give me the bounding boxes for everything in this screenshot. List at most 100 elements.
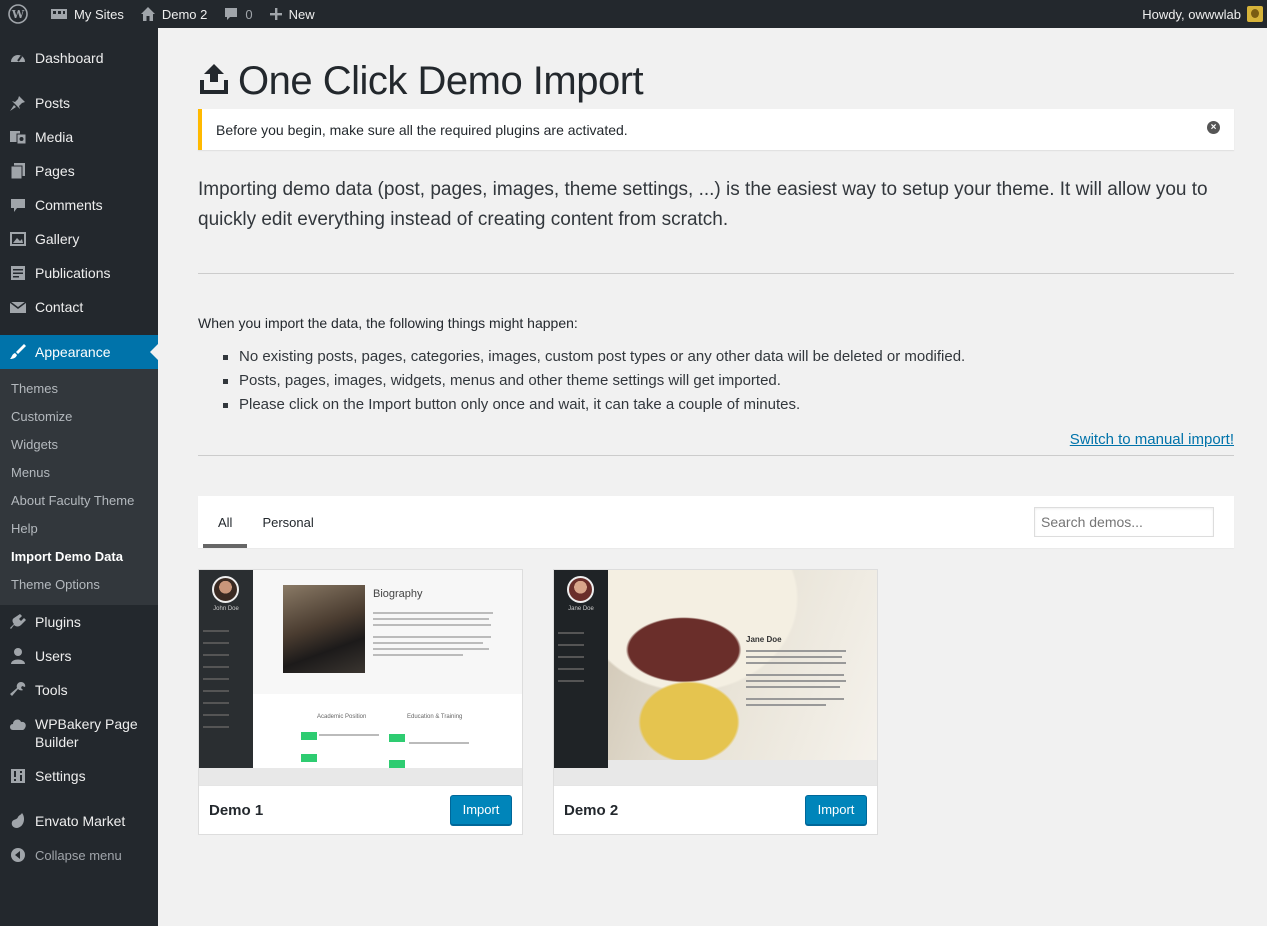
submenu-about-faculty-theme[interactable]: About Faculty Theme xyxy=(0,487,158,515)
demo-card[interactable]: Jane Doe Jane Doe Demo 2 Import xyxy=(553,569,878,835)
happen-title: When you import the data, the following … xyxy=(198,315,578,331)
search-demos-input[interactable] xyxy=(1034,507,1214,537)
menu-dashboard[interactable]: Dashboard xyxy=(0,41,158,75)
menu-label: Posts xyxy=(35,95,71,111)
menu-contact[interactable]: Contact xyxy=(0,290,158,324)
import-button[interactable]: Import xyxy=(450,795,512,825)
submenu-themes[interactable]: Themes xyxy=(0,375,158,403)
leaf-icon xyxy=(8,811,28,831)
demo-grid: John Doe Biography Academic Position Edu… xyxy=(198,569,1234,835)
demo-filter-bar: All Personal xyxy=(198,496,1234,548)
preview-photo xyxy=(283,585,365,673)
menu-tools[interactable]: Tools xyxy=(0,673,158,707)
admin-bar: W My Sites Demo 2 0 New Howdy, owwwlab xyxy=(0,0,1267,28)
menu-publications[interactable]: Publications xyxy=(0,256,158,290)
manual-import-link-label: Switch to manual import! xyxy=(1069,431,1234,448)
pages-icon xyxy=(8,161,28,181)
notice-text: Before you begin, make sure all the requ… xyxy=(216,121,628,138)
preview-sidebar: Jane Doe xyxy=(554,570,608,768)
preview-heading: Biography xyxy=(373,588,423,600)
submenu-menus[interactable]: Menus xyxy=(0,459,158,487)
menu-label: Tools xyxy=(35,682,68,698)
list-item: Please click on the Import button only o… xyxy=(220,393,1234,417)
pin-icon xyxy=(8,93,28,113)
admin-menu: Dashboard Posts Media Pages Comments Gal… xyxy=(0,28,158,926)
my-sites-label: My Sites xyxy=(74,6,124,22)
gallery-icon xyxy=(8,229,28,249)
submenu-widgets[interactable]: Widgets xyxy=(0,431,158,459)
plus-icon xyxy=(269,7,283,21)
menu-pages[interactable]: Pages xyxy=(0,154,158,188)
tab-all[interactable]: All xyxy=(203,496,248,548)
upload-icon xyxy=(198,62,230,101)
manual-import-link[interactable]: Switch to manual import! xyxy=(198,431,1234,451)
wordpress-logo[interactable]: W xyxy=(0,0,42,28)
notice-warning: Before you begin, make sure all the requ… xyxy=(198,109,1234,150)
preview-main: Biography Academic Position Education & … xyxy=(253,570,522,768)
menu-gallery[interactable]: Gallery xyxy=(0,222,158,256)
menu-envato-market[interactable]: Envato Market xyxy=(0,804,158,838)
menu-comments[interactable]: Comments xyxy=(0,188,158,222)
menu-label: Settings xyxy=(35,768,86,784)
menu-label: Comments xyxy=(35,197,103,213)
publications-icon xyxy=(8,263,28,283)
preview-photo: Jane Doe xyxy=(608,570,877,760)
comments-menu[interactable]: 0 xyxy=(215,0,260,28)
tab-personal[interactable]: Personal xyxy=(247,496,328,548)
menu-settings[interactable]: Settings xyxy=(0,759,158,793)
preview-avatar xyxy=(567,576,594,603)
main-content: One Click Demo Import Before you begin, … xyxy=(198,28,1234,835)
menu-media[interactable]: Media xyxy=(0,120,158,154)
menu-label: Gallery xyxy=(35,231,80,247)
new-label: New xyxy=(288,6,315,22)
menu-posts[interactable]: Posts xyxy=(0,86,158,120)
dashboard-icon xyxy=(8,48,28,68)
tab-label: Personal xyxy=(262,514,314,530)
menu-appearance[interactable]: Appearance xyxy=(0,335,158,369)
collapse-menu-button[interactable]: Collapse menu xyxy=(0,838,158,872)
comments-count: 0 xyxy=(245,6,253,22)
collapse-icon xyxy=(8,845,28,865)
submenu-help[interactable]: Help xyxy=(0,515,158,543)
dismiss-notice-icon[interactable]: × xyxy=(1207,121,1220,134)
account-menu[interactable]: Howdy, owwwlab xyxy=(1134,0,1267,28)
divider xyxy=(198,273,1234,274)
menu-label: Media xyxy=(35,129,74,145)
demo-name: Demo 2 xyxy=(564,801,619,819)
preview-person: Jane Doe xyxy=(568,606,594,612)
plugin-icon xyxy=(8,612,28,632)
wordpress-icon: W xyxy=(8,4,28,24)
svg-text:W: W xyxy=(11,8,25,21)
menu-wpbakery[interactable]: WPBakery Page Builder xyxy=(0,707,158,759)
media-icon xyxy=(8,127,28,147)
menu-users[interactable]: Users xyxy=(0,639,158,673)
menu-plugins[interactable]: Plugins xyxy=(0,605,158,639)
intro-text: Importing demo data (post, pages, images… xyxy=(198,179,1208,230)
preview-heading: Jane Doe xyxy=(746,635,782,644)
list-item: Posts, pages, images, widgets, menus and… xyxy=(220,369,1234,393)
demo-footer: Demo 1 Import xyxy=(199,785,522,834)
new-content-menu[interactable]: New xyxy=(261,0,323,28)
preview-col1: Academic Position xyxy=(317,714,367,720)
my-sites-menu[interactable]: My Sites xyxy=(42,0,132,28)
cloud-icon xyxy=(8,714,28,734)
submenu-theme-options[interactable]: Theme Options xyxy=(0,571,158,599)
demo-preview-image: John Doe Biography Academic Position Edu… xyxy=(199,570,522,785)
menu-label: WPBakery Page Builder xyxy=(35,716,138,750)
demo-card[interactable]: John Doe Biography Academic Position Edu… xyxy=(198,569,523,835)
wrench-icon xyxy=(8,680,28,700)
sites-icon xyxy=(50,6,68,22)
home-icon xyxy=(140,6,156,22)
site-name-menu[interactable]: Demo 2 xyxy=(132,0,216,28)
import-button[interactable]: Import xyxy=(805,795,867,825)
collapse-label: Collapse menu xyxy=(35,847,122,863)
submenu-customize[interactable]: Customize xyxy=(0,403,158,431)
settings-icon xyxy=(8,766,28,786)
submenu-import-demo-data[interactable]: Import Demo Data xyxy=(0,543,158,571)
demo-footer: Demo 2 Import xyxy=(554,785,877,834)
demo-name: Demo 1 xyxy=(209,801,264,819)
menu-label: Publications xyxy=(35,265,111,281)
comment-bubble-icon xyxy=(223,6,239,22)
page-title-row: One Click Demo Import xyxy=(198,56,1234,106)
preview-sidebar: John Doe xyxy=(199,570,253,768)
